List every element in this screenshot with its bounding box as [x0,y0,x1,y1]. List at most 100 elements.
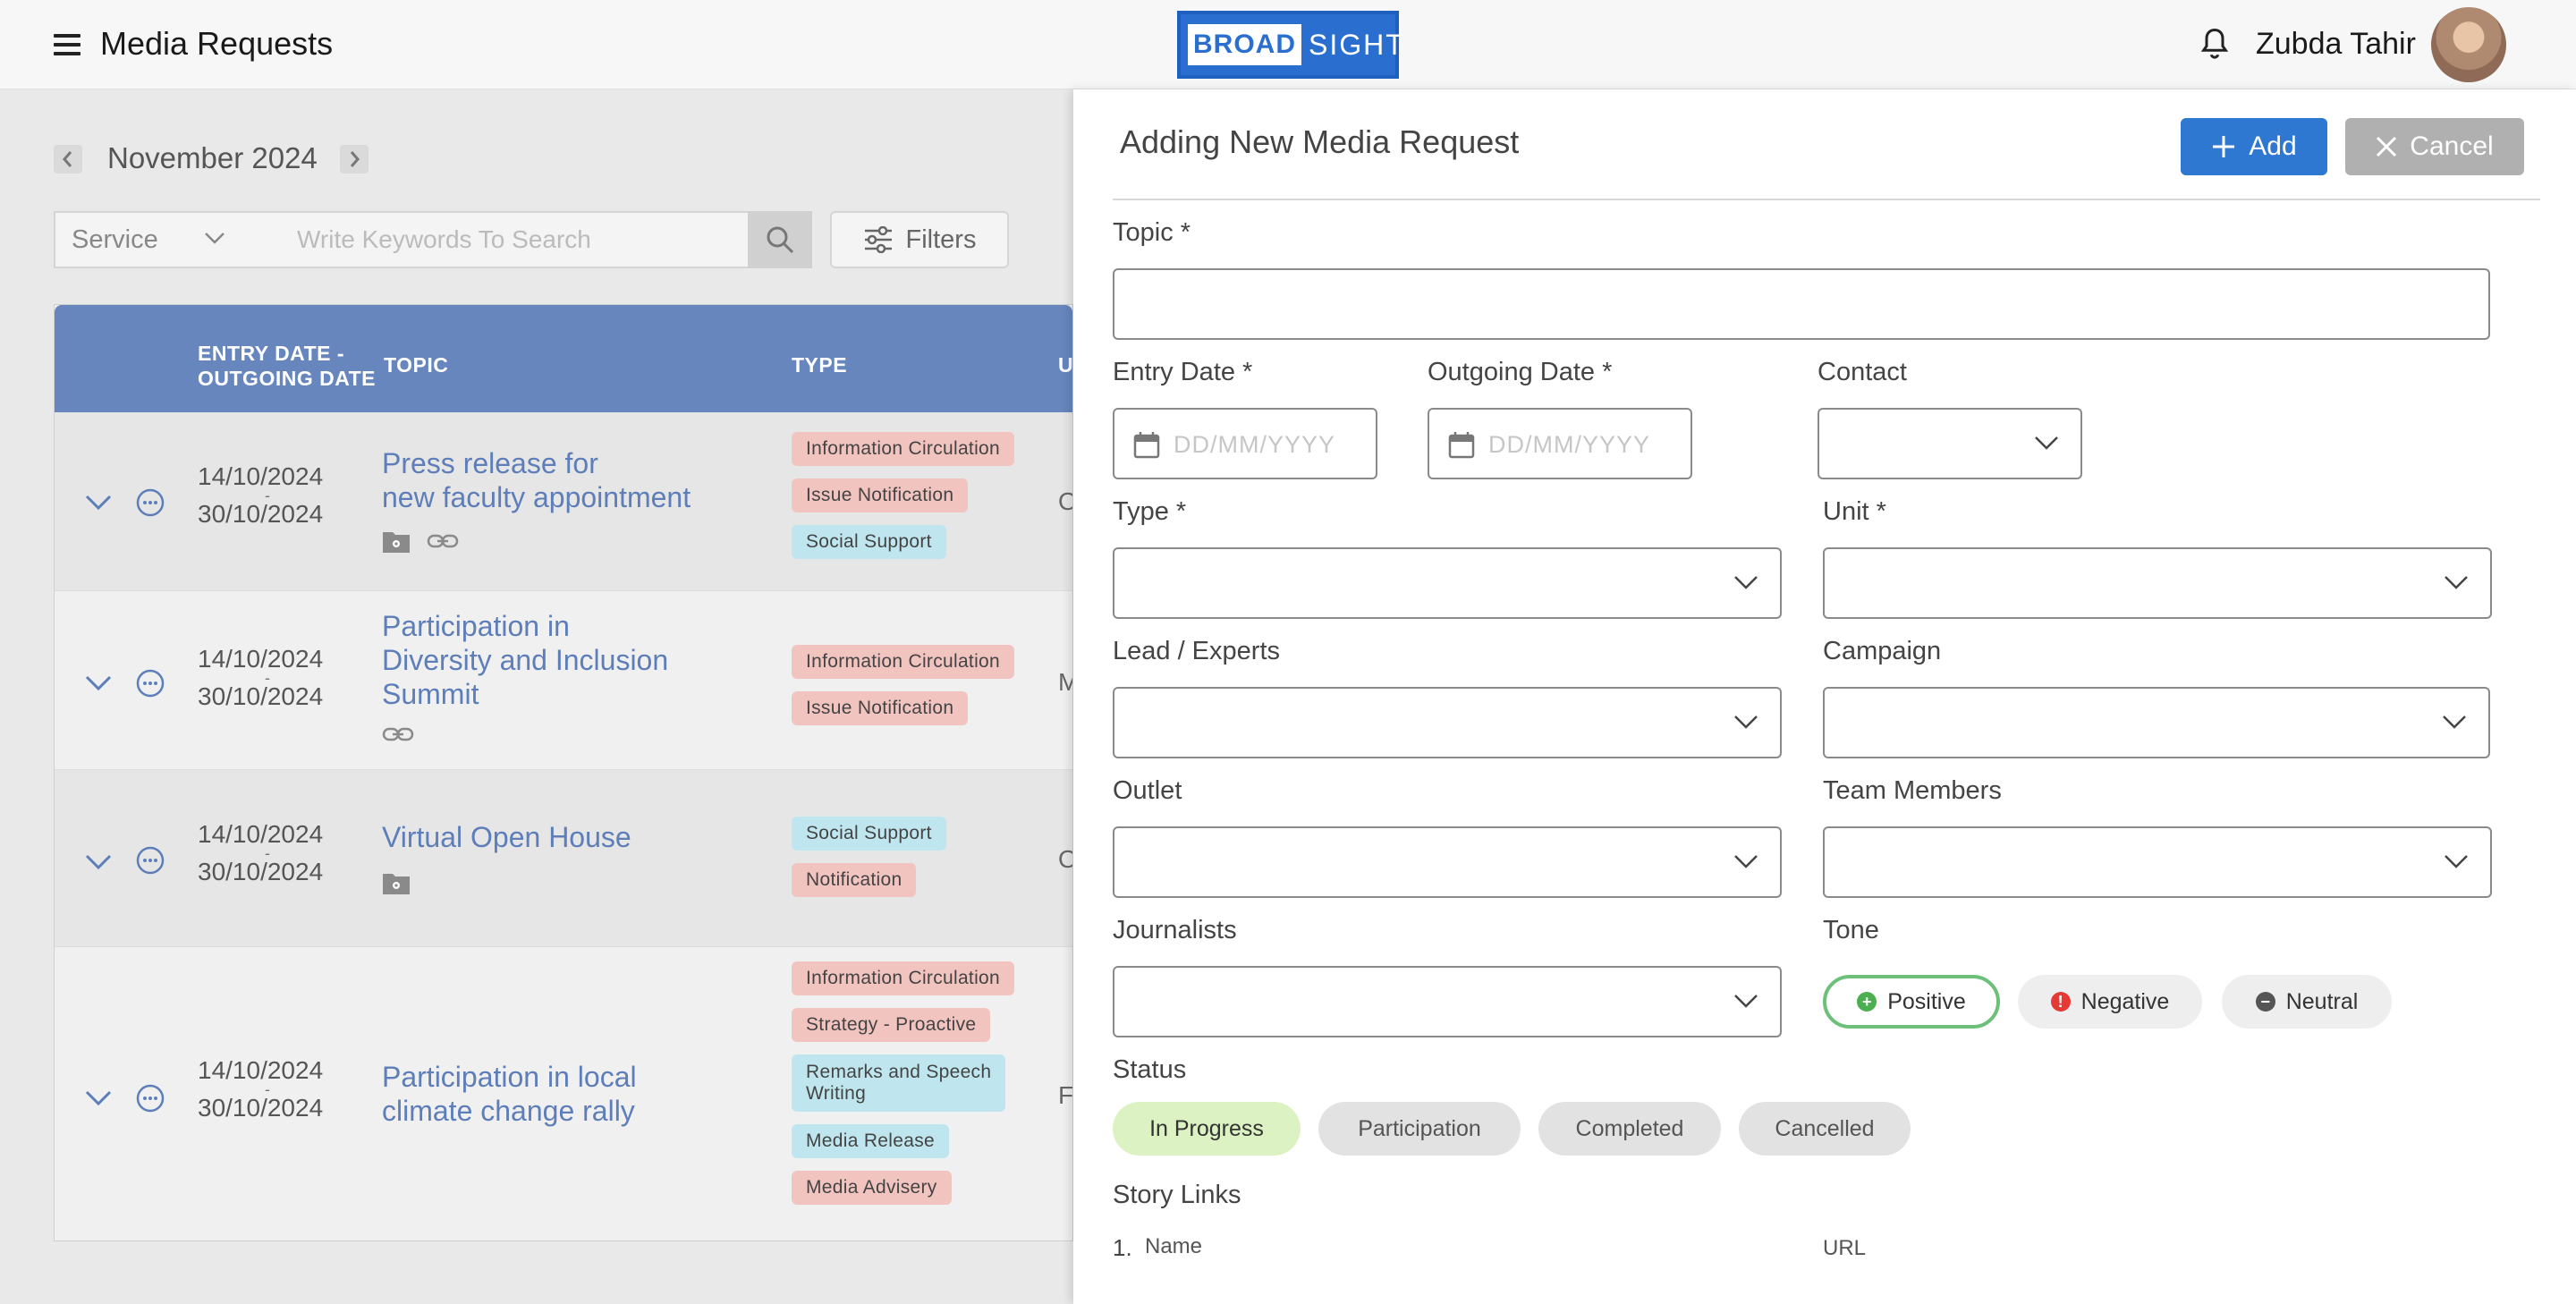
column-header-unit[interactable]: U [1058,353,1072,377]
team-members-select[interactable] [1823,826,2492,898]
type-select[interactable] [1113,547,1782,619]
tone-negative-chip[interactable]: ! Negative [2018,975,2202,1029]
contact-label: Contact [1818,358,1907,386]
status-in-progress-chip[interactable]: In Progress [1113,1102,1301,1156]
journalists-select[interactable] [1113,966,1782,1037]
table-row[interactable]: 14/10/2024 - 30/10/2024 Virtual Open Hou… [55,770,1072,947]
status-participation-chip[interactable]: Participation [1318,1102,1521,1156]
column-header-type[interactable]: TYPE [792,353,847,377]
more-options-icon[interactable] [135,1083,165,1113]
chevron-right-icon [350,151,360,167]
topic-input[interactable] [1113,268,2490,340]
cancel-button[interactable]: Cancel [2345,118,2524,175]
add-button[interactable]: Add [2181,118,2327,175]
folder-settings-icon[interactable] [382,529,411,554]
row-unit: O [1058,487,1072,516]
type-tag: Information Circulation [792,961,1014,995]
type-tag: Issue Notification [792,478,969,512]
service-select-label: Service [72,224,158,254]
outlet-select[interactable] [1113,826,1782,898]
filters-button[interactable]: Filters [830,211,1009,268]
outgoing-date: 30/10/2024 [198,858,324,885]
expand-chevron-icon[interactable] [85,854,112,870]
user-name[interactable]: Zubda Tahir [2256,27,2416,62]
page-title: Media Requests [100,25,334,62]
row-topic-link[interactable]: Participation in Diversity and Inclusion… [382,609,758,711]
type-tag: Social Support [792,525,946,559]
broadsight-logo: BROAD SIGHT [1177,11,1403,79]
outlet-label: Outlet [1113,776,1182,805]
type-tag: Media Advisery [792,1171,952,1205]
entry-date-input[interactable]: DD/MM/YYYY [1113,408,1377,479]
link-icon[interactable] [427,532,459,550]
column-header-topic[interactable]: TOPIC [384,353,448,377]
entry-date-label: Entry Date * [1113,358,1253,386]
folder-settings-icon[interactable] [382,870,411,895]
tone-neutral-chip[interactable]: − Neutral [2222,975,2392,1029]
row-topic-link[interactable]: Press release for new faculty appointmen… [382,446,758,514]
tone-positive-chip[interactable]: + Positive [1823,975,2000,1029]
more-options-icon[interactable] [135,845,165,876]
next-month-button[interactable] [340,145,369,174]
unit-label: Unit * [1823,497,1886,526]
outgoing-date: 30/10/2024 [198,500,324,528]
avatar[interactable] [2431,7,2506,82]
chevron-down-icon [2445,576,2468,589]
row-topic-link[interactable]: Participation in local climate change ra… [382,1060,758,1128]
row-dates: 14/10/2024 - 30/10/2024 [198,822,377,885]
status-cancelled-chip[interactable]: Cancelled [1739,1102,1911,1156]
status-label: Status [1113,1055,1187,1084]
search-button[interactable] [748,211,812,268]
chevron-down-icon [1734,716,1758,729]
expand-chevron-icon[interactable] [85,495,112,511]
topic-line: Virtual Open House [382,821,631,853]
type-tag: Issue Notification [792,691,969,725]
lead-experts-select[interactable] [1113,687,1782,758]
unit-select[interactable] [1823,547,2492,619]
topic-label: Topic * [1113,218,1191,247]
type-tag: Information Circulation [792,645,1014,679]
entry-date: 14/10/2024 [198,1056,324,1084]
column-header-dates-line1: ENTRY DATE - [198,342,345,365]
campaign-select[interactable] [1823,687,2490,758]
contact-select[interactable] [1818,408,2082,479]
column-header-dates[interactable]: ENTRY DATE - OUTGOING DATE [198,341,376,391]
team-members-label: Team Members [1823,776,2002,805]
search-icon [767,226,794,254]
expand-chevron-icon[interactable] [85,675,112,691]
calendar-icon [1133,432,1160,459]
type-tag: Media Release [792,1124,949,1158]
row-type-tags: Social Support Notification [792,817,1060,910]
chevron-down-icon [2445,855,2468,868]
outgoing-date-input[interactable]: DD/MM/YYYY [1428,408,1692,479]
chevron-down-icon [2443,716,2466,729]
expand-chevron-icon[interactable] [85,1090,112,1106]
bell-icon[interactable] [2199,27,2231,63]
close-icon [2377,136,2397,157]
type-tag-line: Writing [806,1083,867,1104]
topic-line: Summit [382,678,479,710]
more-options-icon[interactable] [135,487,165,518]
menu-icon[interactable] [54,34,80,55]
status-completed-chip[interactable]: Completed [1538,1102,1721,1156]
more-options-icon[interactable] [135,668,165,699]
chevron-down-icon [2035,436,2058,450]
row-type-tags: Information Circulation Issue Notificati… [792,432,1060,572]
type-label: Type * [1113,497,1187,526]
story-link-index: 1. [1113,1234,1132,1261]
row-unit: F [1058,1081,1073,1109]
prev-month-button[interactable] [54,145,82,174]
service-select[interactable]: Service [54,211,243,268]
topic-line: Participation in [382,610,570,642]
row-dates: 14/10/2024 - 30/10/2024 [198,464,377,527]
panel-title: Adding New Media Request [1120,123,1520,160]
journalists-label: Journalists [1113,916,1237,944]
logo-right-text: SIGHT [1309,28,1405,61]
type-tag-line: Remarks and Speech [806,1062,992,1082]
link-icon[interactable] [382,725,414,743]
table-row[interactable]: 14/10/2024 - 30/10/2024 Participation in… [55,947,1073,1240]
table-row[interactable]: 14/10/2024 - 30/10/2024 Participation in… [55,591,1072,770]
search-input[interactable]: Write Keywords To Search [242,211,750,268]
row-topic-link[interactable]: Virtual Open House [382,820,758,854]
table-row[interactable]: 14/10/2024 - 30/10/2024 Press release fo… [55,412,1072,591]
